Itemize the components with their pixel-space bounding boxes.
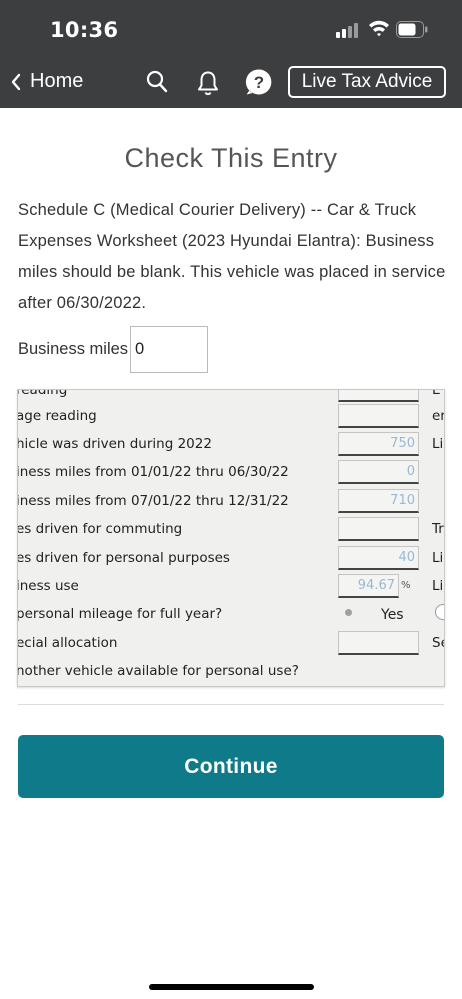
svg-text:?: ?: [254, 73, 264, 92]
wifi-icon: [368, 19, 390, 42]
worksheet-row-label: es driven for commuting: [17, 521, 183, 537]
back-home-button[interactable]: Home: [10, 70, 83, 93]
worksheet-row-label: iness use: [17, 578, 79, 594]
worksheet-right-label: E: [432, 389, 441, 398]
worksheet-row-label: nother vehicle available for personal us…: [17, 663, 299, 679]
home-indicator[interactable]: [149, 984, 314, 990]
worksheet-right-label: Tr: [432, 521, 444, 537]
worksheet-row: age reading er: [17, 402, 445, 430]
worksheet-value-box: 40: [338, 546, 419, 570]
worksheet-value-box: 0: [338, 460, 419, 484]
radio-circle-icon: [435, 604, 444, 620]
worksheet-value-box: 710: [338, 489, 419, 513]
worksheet-right-label: Li: [432, 436, 444, 452]
worksheet-row: ecial allocation Se: [17, 629, 444, 657]
page-title: Check This Entry: [124, 143, 338, 173]
worksheet-right-label: er: [432, 408, 445, 424]
status-bar: 10:36: [0, 0, 462, 60]
worksheet-row-label: ecial allocation: [17, 635, 118, 651]
worksheet-row-label: iness miles from 01/01/22 thru 06/30/22: [17, 464, 289, 480]
error-message: Schedule C (Medical Courier Delivery) --…: [18, 201, 446, 312]
worksheet-row: es driven for personal purposes 40 Li: [17, 544, 444, 572]
worksheet-row: es driven for commuting Tr: [17, 515, 444, 543]
top-nav-bar: Home ? Live Tax Advice: [0, 60, 462, 108]
chevron-left-icon: [11, 73, 21, 90]
back-label: Home: [30, 70, 84, 92]
worksheet-right-label: Li: [432, 578, 444, 594]
battery-icon: [396, 21, 428, 38]
worksheet-row: hicle was driven during 2022 750 Li: [17, 430, 444, 458]
worksheet-row-label: iness miles from 07/01/22 thru 12/31/22: [17, 493, 289, 509]
business-miles-field-row: Business miles 0: [18, 326, 209, 373]
worksheet-row-label: personal mileage for full year?: [17, 606, 223, 622]
worksheet-value-box: [338, 517, 419, 541]
divider: [18, 704, 444, 705]
worksheet-value-box: [338, 390, 419, 402]
bell-icon[interactable]: [196, 70, 220, 102]
worksheet-row: iness miles from 07/01/22 thru 12/31/22 …: [17, 487, 444, 515]
worksheet-row: nother vehicle available for personal us…: [17, 657, 444, 685]
cellular-signal-icon: [336, 22, 360, 38]
worksheet-preview: reading E age reading er hicle was drive…: [17, 389, 445, 687]
worksheet-right-label: Se: [432, 635, 444, 651]
worksheet-right-label: Li: [432, 550, 444, 566]
worksheet-value-box: [338, 404, 419, 428]
radio-yes-label: Yes: [381, 607, 404, 623]
worksheet-value-box: [338, 631, 419, 655]
help-question-icon[interactable]: ?: [245, 68, 273, 101]
worksheet-row: personal mileage for full year? Yes: [17, 600, 444, 628]
worksheet-row: iness miles from 01/01/22 thru 06/30/22 …: [17, 458, 444, 486]
worksheet-row-label: es driven for personal purposes: [17, 550, 230, 566]
percent-unit: %: [401, 580, 411, 591]
worksheet-row-label: age reading: [17, 408, 97, 424]
status-time: 10:36: [50, 18, 119, 42]
worksheet-row-label: reading: [17, 389, 68, 398]
worksheet-row: iness use 94.67 % Li: [17, 572, 444, 600]
live-tax-advice-button[interactable]: Live Tax Advice: [288, 66, 446, 98]
business-miles-label: Business miles: [18, 340, 129, 358]
business-miles-input[interactable]: 0: [130, 326, 209, 373]
radio-selected-dot: [345, 609, 352, 616]
worksheet-value-box: 94.67: [338, 574, 399, 598]
worksheet-row-label: hicle was driven during 2022: [17, 436, 212, 452]
worksheet-value-box: 750: [338, 432, 419, 456]
continue-button[interactable]: Continue: [18, 735, 444, 798]
search-icon[interactable]: [146, 70, 168, 99]
